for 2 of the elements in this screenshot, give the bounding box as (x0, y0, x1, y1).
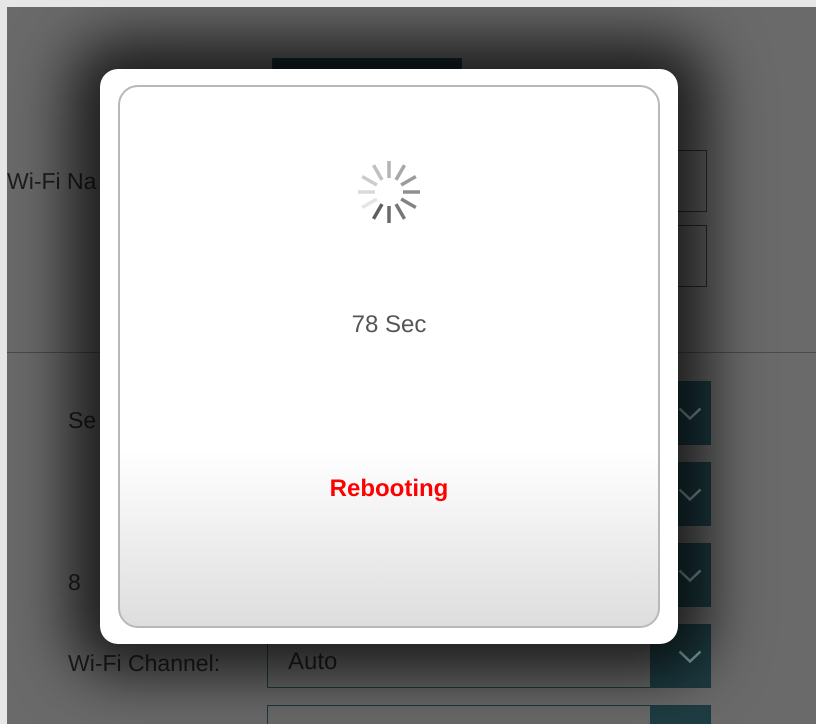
countdown-text: 78 Sec (352, 311, 426, 339)
status-text: Rebooting (330, 475, 448, 503)
